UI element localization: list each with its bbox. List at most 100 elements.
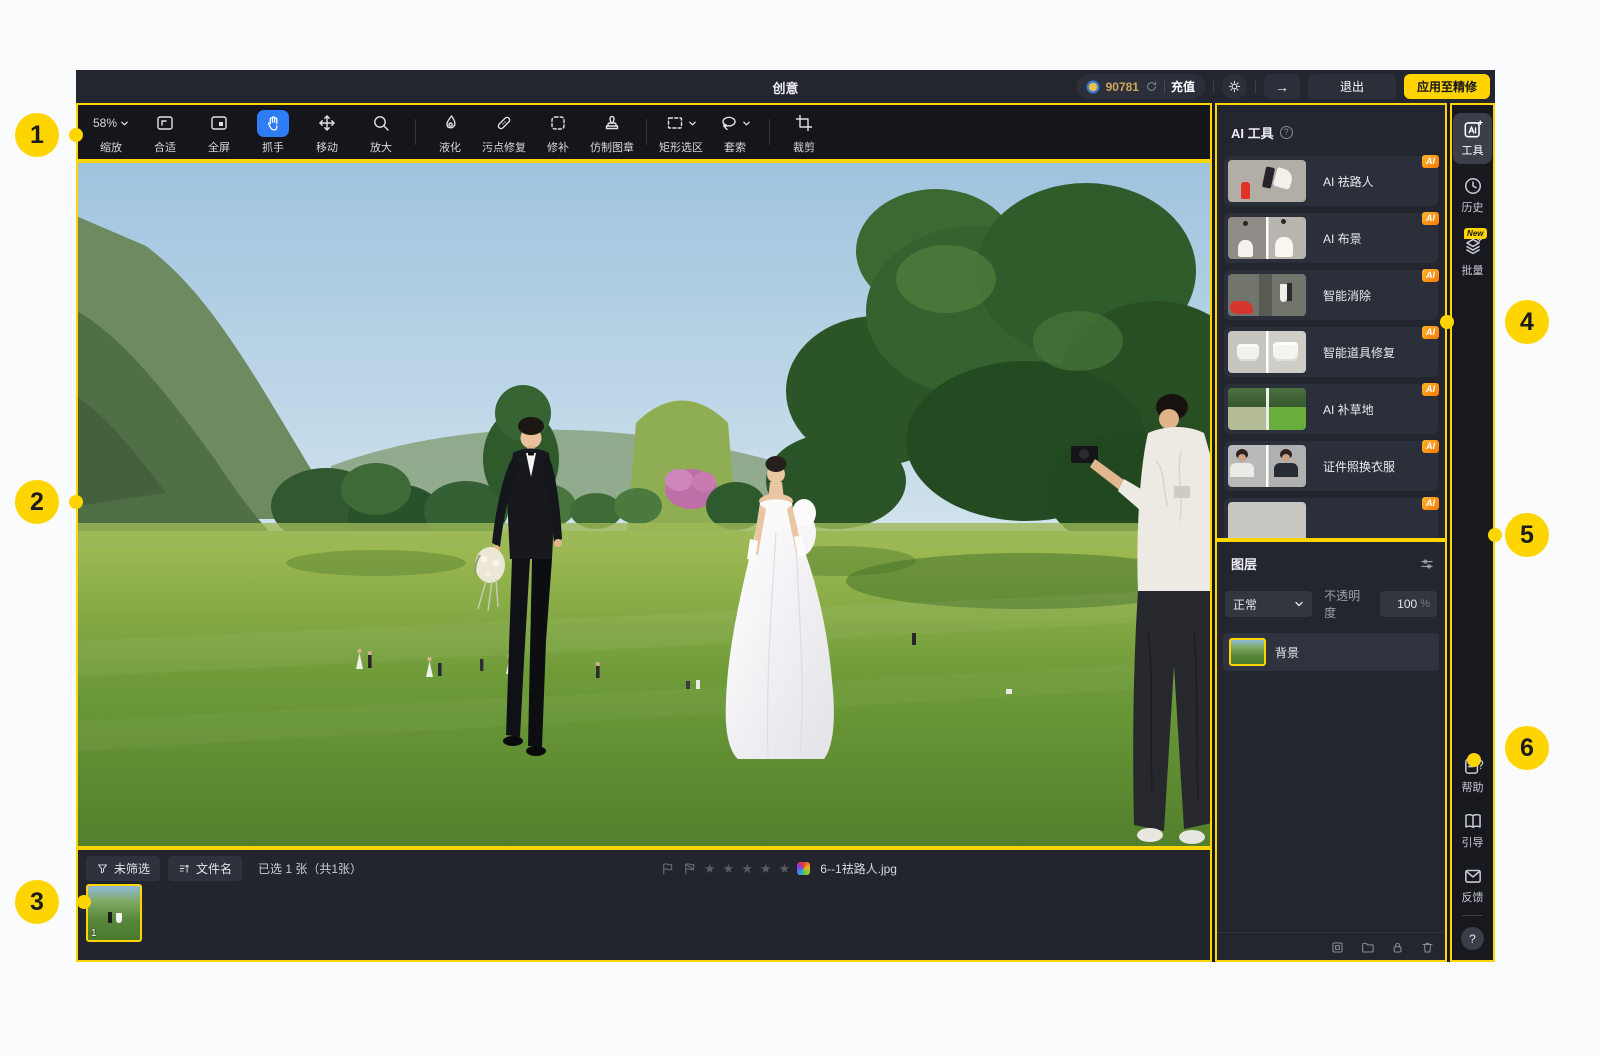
star-icon[interactable]: ★ — [779, 861, 791, 877]
tool-fullscreen[interactable]: 全屏 — [192, 109, 246, 155]
sidebar-item-tools[interactable]: 工具 — [1453, 113, 1492, 164]
tool-hand[interactable]: 抓手 — [246, 109, 300, 155]
lawn — [76, 523, 1212, 848]
info-icon[interactable]: ? — [1280, 126, 1293, 139]
opacity-label: 不透明度 — [1324, 587, 1371, 621]
tool-move[interactable]: 移动 — [300, 109, 354, 155]
active-tool-highlight — [257, 110, 289, 137]
lasso-icon — [719, 113, 739, 133]
flag-icon[interactable] — [660, 861, 675, 876]
separator — [1213, 80, 1214, 94]
flag-reject-icon[interactable] — [682, 861, 697, 876]
sidebar-item-guide[interactable]: 引导 — [1450, 810, 1495, 850]
sort-by-filename-button[interactable]: 文件名 — [168, 856, 242, 881]
sidebar-item-history[interactable]: 历史 — [1450, 175, 1495, 215]
annotation-circle-5: 5 — [1505, 513, 1549, 557]
selection-count: 已选 1 张（共1张） — [258, 860, 362, 877]
crop-icon — [794, 113, 814, 133]
annotation-circle-1: 1 — [15, 113, 59, 157]
tool-spot-heal[interactable]: 污点修复 — [477, 109, 531, 155]
opacity-input[interactable]: 100 % — [1380, 591, 1437, 617]
ai-badge: AI — [1422, 155, 1439, 168]
annotation-circle-2: 2 — [15, 480, 59, 524]
ai-item-thumbnail — [1228, 445, 1306, 487]
star-icon[interactable]: ★ — [741, 861, 753, 877]
folder-icon[interactable] — [1360, 940, 1375, 955]
ai-item-partial[interactable]: AI — [1224, 498, 1438, 540]
tool-patch[interactable]: 修补 — [531, 109, 585, 155]
move-icon — [317, 113, 337, 133]
opacity-value: 100 — [1397, 597, 1417, 611]
tool-liquify[interactable]: 液化 — [423, 109, 477, 155]
blend-mode-select[interactable]: 正常 — [1225, 591, 1312, 617]
filter-button[interactable]: 未筛选 — [86, 856, 160, 881]
chevron-down-icon — [1294, 599, 1304, 609]
ai-panel-header: AI 工具 ? — [1215, 103, 1447, 156]
ai-item-smart-erase[interactable]: 智能消除 AI — [1224, 270, 1438, 320]
exit-button[interactable]: 退出 — [1308, 74, 1396, 99]
layers-panel: 图层 正常 不透明度 100 % 背景 — [1215, 540, 1447, 962]
ai-item-thumbnail — [1228, 502, 1306, 540]
annotation-circle-3: 3 — [15, 880, 59, 924]
credits-pill[interactable]: 90781 充值 — [1076, 74, 1205, 99]
toolbar-divider — [769, 119, 770, 145]
duplicate-layer-icon[interactable] — [1330, 940, 1345, 955]
ai-panel-title: AI 工具 — [1231, 123, 1274, 142]
rect-select-icon — [665, 113, 685, 133]
toolbar: 58% 缩放 合适 全屏 抓手 移动 — [76, 103, 1212, 161]
refresh-icon[interactable] — [1145, 80, 1158, 93]
thumbnail-index: 1 — [91, 928, 97, 939]
tool-zoom-level[interactable]: 58% 缩放 — [84, 109, 138, 155]
annotation-dot-5 — [1488, 528, 1502, 542]
tool-lasso[interactable]: 套索 — [708, 109, 762, 155]
settings-button[interactable] — [1222, 74, 1247, 99]
annotation-dot-3 — [77, 895, 91, 909]
forward-arrow-button[interactable]: → — [1264, 74, 1300, 99]
sidebar-item-batch[interactable]: New 批量 — [1450, 235, 1495, 278]
filmstrip-thumbnail[interactable]: 1 — [86, 884, 142, 942]
chevron-down-icon[interactable] — [688, 119, 697, 128]
ai-item-thumbnail — [1228, 274, 1306, 316]
lock-icon[interactable] — [1390, 940, 1405, 955]
annotation-circle-4: 4 — [1505, 300, 1549, 344]
tool-clone-stamp[interactable]: 仿制图章 — [585, 109, 639, 155]
tool-crop[interactable]: 裁剪 — [777, 109, 831, 155]
trash-icon[interactable] — [1420, 940, 1435, 955]
ai-badge: AI — [1422, 269, 1439, 282]
ai-item-remove-passersby[interactable]: AI 祛路人 AI — [1224, 156, 1438, 206]
chevron-down-icon[interactable] — [742, 119, 751, 128]
separator — [1255, 80, 1256, 94]
annotation-dot-2 — [69, 495, 83, 509]
pill-divider — [1164, 81, 1165, 93]
help-circle-button[interactable]: ? — [1461, 927, 1484, 950]
clone-stamp-icon — [602, 113, 622, 133]
layer-settings-icon[interactable] — [1419, 556, 1435, 572]
chevron-down-icon — [120, 119, 129, 128]
ai-item-thumbnail — [1228, 160, 1306, 202]
page-title: 创意 — [772, 78, 798, 97]
layer-row-background[interactable]: 背景 — [1223, 633, 1439, 671]
star-icon[interactable]: ★ — [704, 861, 716, 877]
ai-item-prop-repair[interactable]: 智能道具修复 AI — [1224, 327, 1438, 377]
gear-icon — [1227, 79, 1242, 94]
recharge-button[interactable]: 充值 — [1171, 78, 1195, 95]
ai-item-id-photo-clothes[interactable]: 证件照换衣服 AI — [1224, 441, 1438, 491]
apply-to-retouch-button[interactable]: 应用至精修 — [1404, 74, 1490, 99]
ai-item-fill-grass[interactable]: AI 补草地 AI — [1224, 384, 1438, 434]
sidebar-item-feedback[interactable]: 反馈 — [1450, 865, 1495, 905]
ai-item-scene-setting[interactable]: AI 布景 AI — [1224, 213, 1438, 263]
batch-icon-wrap: New — [1462, 235, 1484, 260]
photo-canvas[interactable] — [76, 161, 1212, 848]
ai-tools-list: AI 祛路人 AI AI 布景 AI 智能消除 AI 智能道具修复 AI — [1215, 156, 1447, 540]
star-icon[interactable]: ★ — [760, 861, 772, 877]
ai-badge: AI — [1422, 440, 1439, 453]
annotation-circle-6: 6 — [1505, 726, 1549, 770]
color-label-icon[interactable] — [797, 862, 810, 875]
layers-header: 图层 — [1215, 540, 1447, 581]
tool-rect-select[interactable]: 矩形选区 — [654, 109, 708, 155]
tool-fit[interactable]: 合适 — [138, 109, 192, 155]
ai-item-thumbnail — [1228, 331, 1306, 373]
star-icon[interactable]: ★ — [723, 861, 735, 877]
spot-heal-icon — [494, 113, 514, 133]
tool-zoom-in[interactable]: 放大 — [354, 109, 408, 155]
